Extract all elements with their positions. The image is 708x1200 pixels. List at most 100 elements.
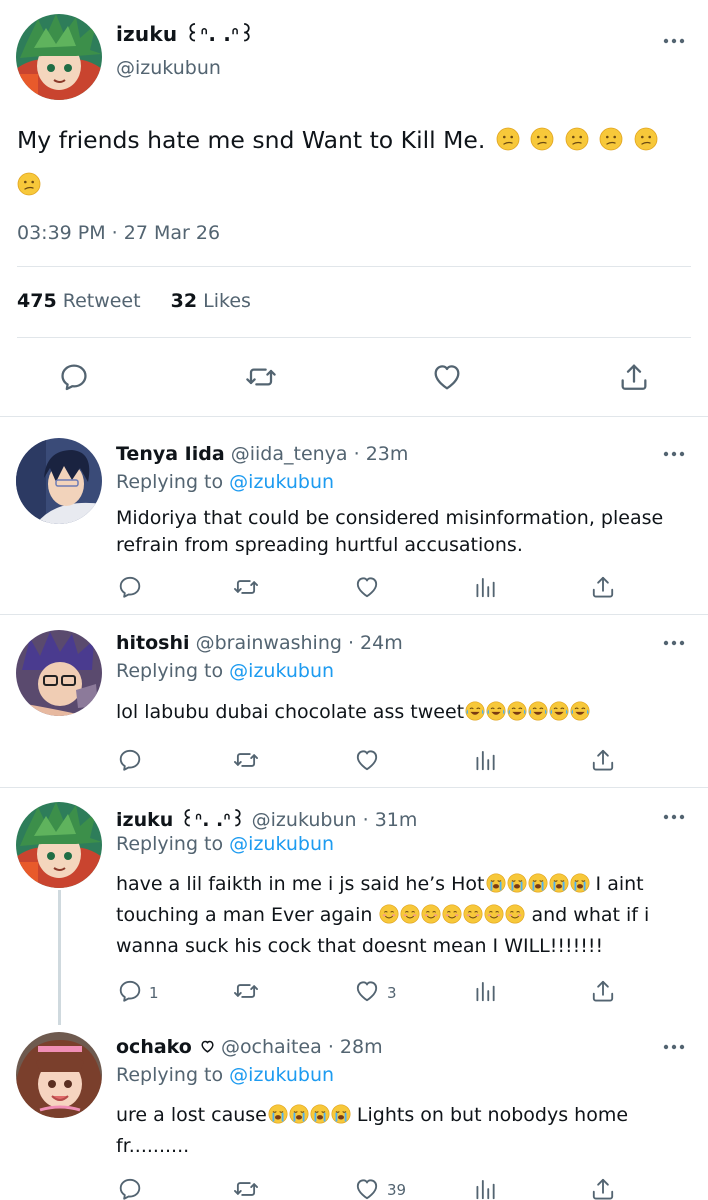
loudly-crying-face-icon (310, 1104, 330, 1124)
thread-connector-line (58, 890, 61, 1025)
likes-count[interactable]: 32 (171, 290, 197, 312)
analytics-button[interactable] (472, 978, 498, 1004)
confused-face-icon (599, 127, 623, 151)
confused-face-icon (634, 127, 658, 151)
heart-outline-icon (200, 1039, 215, 1054)
retweet-button[interactable] (245, 361, 277, 393)
like-button[interactable] (354, 574, 380, 600)
reply-text: Midoriya that could be considered misinf… (116, 507, 664, 556)
confused-face-icon (496, 127, 520, 151)
tweet-timestamp[interactable]: 03:39 PM · 27 Mar 26 (17, 222, 220, 244)
share-button[interactable] (618, 361, 650, 393)
reply-count: 1 (149, 984, 159, 1002)
avatar-ochako[interactable] (16, 1032, 102, 1118)
reply-time[interactable]: · 31m (363, 809, 418, 831)
confused-face-icon (17, 172, 41, 196)
replying-to-link[interactable]: @izukubun (229, 660, 334, 682)
replying-prefix: Replying to (116, 1064, 224, 1086)
retweet-button[interactable] (233, 574, 259, 600)
author-name[interactable]: izuku ꒰ᐢ. .ᐢ꒱ (116, 20, 255, 46)
divider (0, 614, 708, 615)
like-button[interactable] (354, 978, 380, 1004)
reply-button[interactable] (117, 574, 143, 600)
more-options-icon[interactable] (662, 37, 686, 45)
tweet-stats: 475 Retweet 32 Likes (17, 290, 251, 312)
avatar-hitoshi[interactable] (16, 630, 102, 716)
retweet-button[interactable] (233, 978, 259, 1004)
tears-of-joy-icon (507, 701, 527, 721)
reply-button[interactable] (58, 361, 90, 393)
more-options-icon[interactable] (662, 639, 686, 647)
analytics-button[interactable] (472, 1176, 498, 1200)
share-button[interactable] (590, 1176, 616, 1200)
smiling-face-icon (379, 904, 399, 924)
reply-text: lol labubu dubai chocolate ass tweet (116, 699, 686, 726)
replying-to: Replying to @izukubun (116, 1064, 334, 1086)
reply-author-name[interactable]: ochako (116, 1036, 192, 1058)
smiling-face-icon (421, 904, 441, 924)
reply-header: hitoshi @brainwashing · 24m (116, 632, 403, 654)
more-options-icon[interactable] (662, 450, 686, 458)
avatar-izuku[interactable] (16, 802, 102, 888)
avatar-izuku[interactable] (16, 14, 102, 100)
tears-of-joy-icon (570, 701, 590, 721)
analytics-button[interactable] (472, 747, 498, 773)
reply-author-name[interactable]: izuku ꒰ᐢ. .ᐢ꒱ (116, 809, 246, 831)
reply-button[interactable] (117, 747, 143, 773)
reply-body: lol labubu dubai chocolate ass tweet (116, 701, 465, 723)
reply-body-part1: have a lil faikth in me i js said he’s H… (116, 873, 485, 895)
confused-face-icon (565, 127, 589, 151)
divider (17, 337, 691, 338)
retweet-button[interactable] (233, 1176, 259, 1200)
replying-to: Replying to @izukubun (116, 833, 334, 855)
reply-time[interactable]: · 23m (354, 443, 409, 465)
more-options-icon[interactable] (662, 1043, 686, 1051)
like-count: 39 (387, 1181, 407, 1199)
reply-button[interactable] (117, 978, 143, 1004)
replying-prefix: Replying to (116, 660, 224, 682)
share-button[interactable] (590, 747, 616, 773)
tears-of-joy-icon (465, 701, 485, 721)
replying-to-link[interactable]: @izukubun (229, 471, 334, 493)
divider (0, 416, 708, 417)
retweet-count[interactable]: 475 (17, 290, 57, 312)
smiling-face-icon (463, 904, 483, 924)
tears-of-joy-icon (528, 701, 548, 721)
like-button[interactable] (354, 747, 380, 773)
likes-label[interactable]: Likes (203, 290, 251, 312)
reply-time[interactable]: · 24m (348, 632, 403, 654)
more-options-icon[interactable] (662, 813, 686, 821)
like-button[interactable] (431, 361, 463, 393)
replying-to-link[interactable]: @izukubun (229, 833, 334, 855)
share-button[interactable] (590, 978, 616, 1004)
avatar-tenya[interactable] (16, 438, 102, 524)
author-handle[interactable]: @izukubun (116, 57, 221, 79)
retweet-label[interactable]: Retweet (63, 290, 141, 312)
analytics-button[interactable] (472, 574, 498, 600)
loudly-crying-face-icon (331, 1104, 351, 1124)
reply-author-name[interactable]: Tenya Iida (116, 443, 225, 465)
reply-header: ochako @ochaitea · 28m (116, 1036, 383, 1058)
replying-to-link[interactable]: @izukubun (229, 1064, 334, 1086)
reply-button[interactable] (117, 1176, 143, 1200)
reply-author-handle[interactable]: @iida_tenya (231, 443, 348, 465)
reply-author-name[interactable]: hitoshi (116, 632, 190, 654)
share-button[interactable] (590, 574, 616, 600)
reply-body-part1: ure a lost cause (116, 1104, 267, 1126)
tears-of-joy-icon (549, 701, 569, 721)
smiling-face-icon (505, 904, 525, 924)
loudly-crying-face-icon (268, 1104, 288, 1124)
loudly-crying-face-icon (528, 873, 548, 893)
divider (17, 266, 691, 267)
retweet-button[interactable] (233, 747, 259, 773)
reply-author-handle[interactable]: @ochaitea (221, 1036, 322, 1058)
loudly-crying-face-icon (570, 873, 590, 893)
smiling-face-icon (400, 904, 420, 924)
loudly-crying-face-icon (289, 1104, 309, 1124)
reply-time[interactable]: · 28m (328, 1036, 383, 1058)
like-count: 3 (387, 984, 397, 1002)
reply-author-handle[interactable]: @brainwashing (196, 632, 342, 654)
reply-author-handle[interactable]: @izukubun (252, 809, 357, 831)
like-button[interactable] (354, 1176, 380, 1200)
replying-to: Replying to @izukubun (116, 471, 334, 493)
